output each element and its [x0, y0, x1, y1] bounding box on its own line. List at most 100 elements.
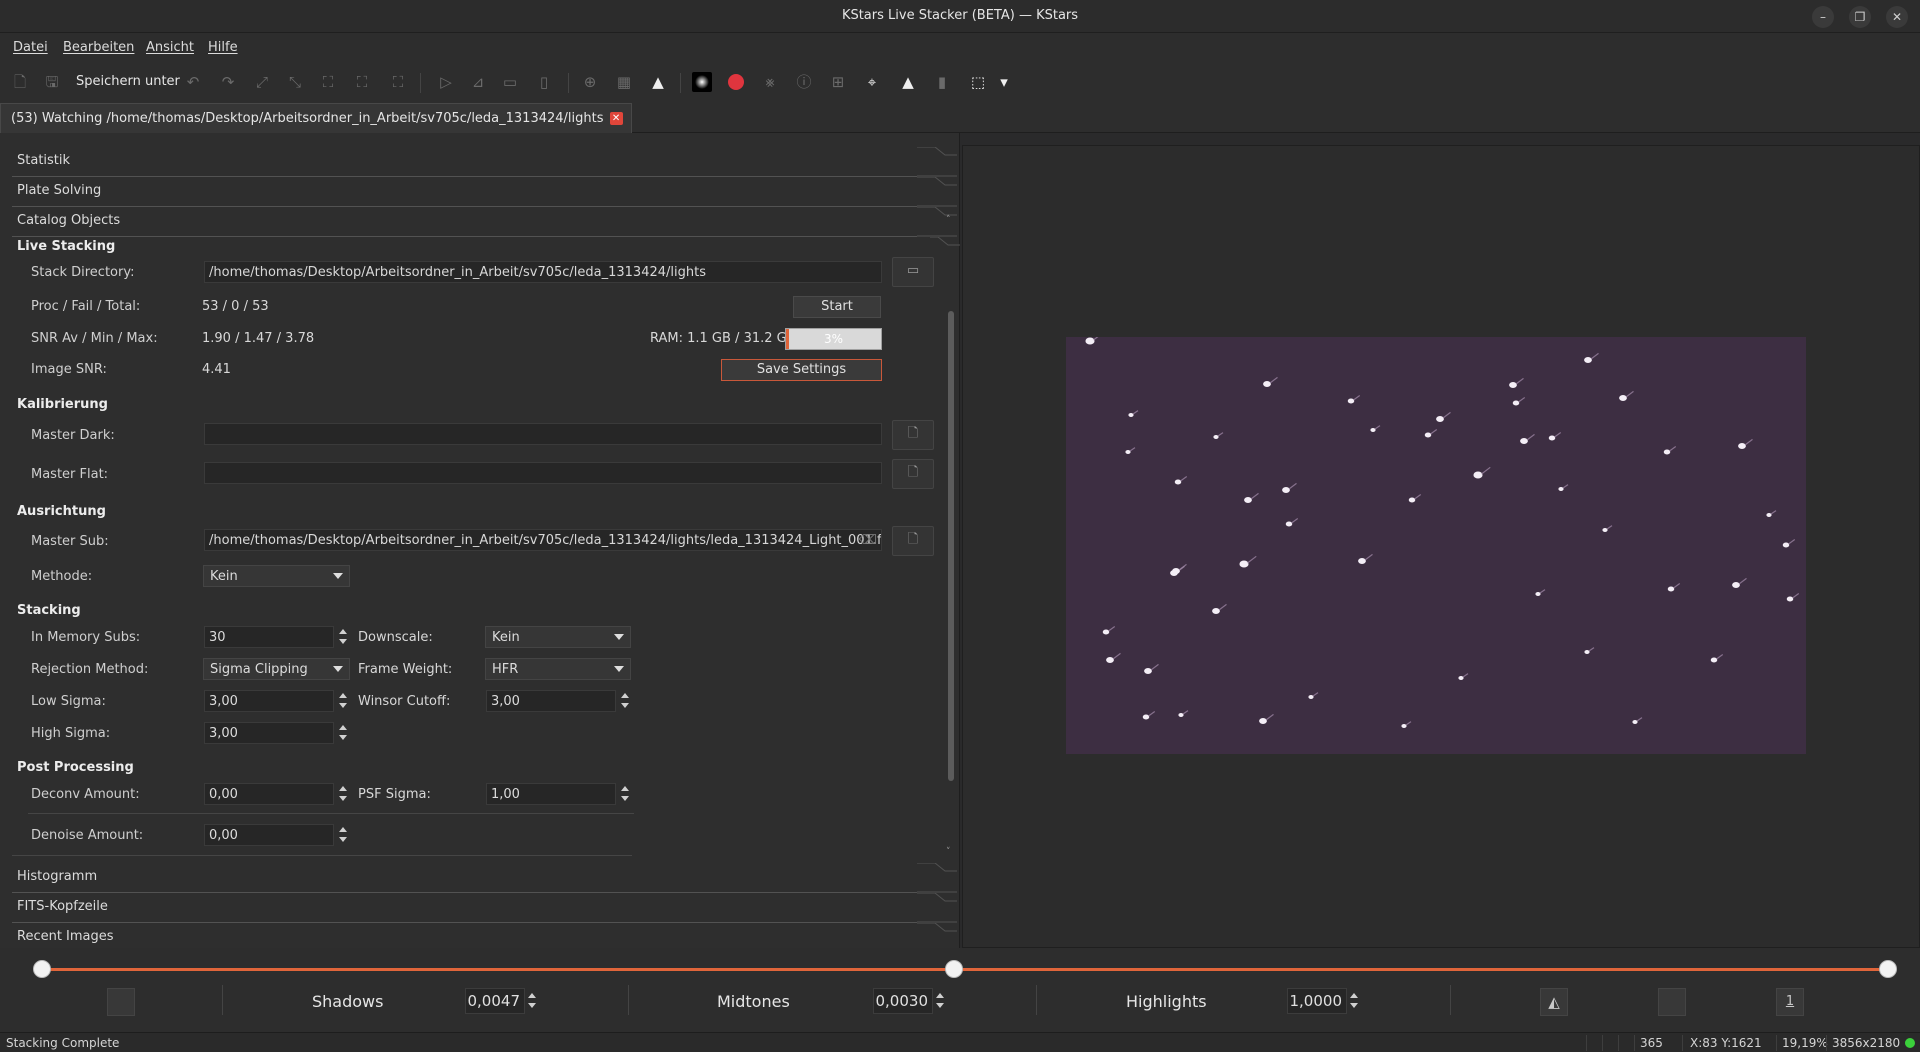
midtones-slider-handle[interactable] — [945, 960, 963, 978]
highlights-slider-handle[interactable] — [1879, 960, 1897, 978]
save-settings-button[interactable]: Save Settings — [721, 359, 882, 381]
shadows-spinbox[interactable]: 0,0047 — [465, 988, 525, 1014]
play-icon[interactable]: ▷ — [436, 72, 456, 92]
master-flat-field[interactable] — [204, 462, 882, 484]
mountain-icon[interactable]: ▲ — [898, 72, 918, 92]
clear-field-icon[interactable]: ⌫ — [859, 533, 877, 548]
browse-directory-button[interactable]: ▭ — [892, 257, 934, 287]
shadows-slider-handle[interactable] — [33, 960, 51, 978]
highlights-spinbox[interactable]: 1,0000 — [1287, 988, 1347, 1014]
start-button[interactable]: Start — [793, 296, 881, 318]
star-point — [1285, 521, 1293, 527]
low-sigma-spinbox[interactable]: 3,00 — [204, 690, 334, 712]
downscale-label: Downscale: — [358, 630, 433, 645]
low-sigma-stepper[interactable] — [336, 690, 350, 712]
close-window-button[interactable]: ✕ — [1886, 6, 1908, 28]
grid-icon[interactable]: ▦ — [614, 72, 634, 92]
star-point — [1142, 714, 1150, 720]
auto-stretch-button[interactable] — [107, 988, 135, 1016]
downscale-dropdown[interactable]: Kein — [485, 626, 631, 648]
denoise-amount-spinbox[interactable]: 0,00 — [204, 824, 334, 846]
close-tab-icon[interactable]: ✕ — [609, 112, 623, 125]
zoom-full-icon[interactable]: ⛶ — [388, 72, 408, 92]
scroll-up-icon[interactable]: ˄ — [946, 215, 956, 225]
master-dark-browse-button[interactable]: 🗋 — [892, 420, 934, 450]
shadows-stepper[interactable] — [525, 990, 539, 1012]
accordion-statistik[interactable]: Statistik — [12, 147, 957, 177]
master-sub-field[interactable]: /home/thomas/Desktop/Arbeitsordner_in_Ar… — [204, 529, 882, 551]
stacked-image[interactable] — [1066, 337, 1806, 754]
maximize-button[interactable]: ❐ — [1849, 6, 1871, 28]
methode-dropdown[interactable]: Kein — [203, 565, 350, 587]
star-point — [1509, 382, 1517, 388]
histogram-bars-icon[interactable]: ▮ — [932, 72, 952, 92]
star-point — [1347, 398, 1355, 404]
zoom-default-icon[interactable]: ⛶ — [318, 72, 338, 92]
undo-icon[interactable]: ↶ — [183, 72, 203, 92]
open-file-icon[interactable]: 🗋 — [10, 72, 30, 92]
menu-ansicht[interactable]: Ansicht — [146, 40, 194, 55]
psf-sigma-stepper[interactable] — [618, 783, 632, 805]
master-dark-field[interactable] — [204, 423, 882, 445]
chevron-down-icon — [614, 666, 624, 672]
star-glow-icon[interactable] — [692, 72, 712, 92]
scroll-down-icon[interactable]: ˅ — [946, 847, 956, 857]
record-icon[interactable] — [726, 72, 746, 92]
accordion-label: Histogramm — [17, 869, 98, 884]
target-crosshair-icon[interactable]: ⌖ — [862, 72, 882, 92]
redo-icon[interactable]: ↷ — [218, 72, 238, 92]
status-message: Stacking Complete — [6, 1036, 120, 1050]
in-memory-subs-stepper[interactable] — [336, 626, 350, 648]
panel-scrollbar[interactable] — [948, 311, 954, 781]
high-sigma-stepper[interactable] — [336, 722, 350, 744]
selection-dropdown-icon[interactable]: ▾ — [994, 72, 1014, 92]
frame-weight-dropdown[interactable]: HFR — [485, 658, 631, 680]
eq-grid-icon[interactable]: ⊞ — [828, 72, 848, 92]
save-as-button[interactable]: Speichern unter — [76, 74, 180, 89]
midtones-stepper[interactable] — [933, 990, 947, 1012]
accordion-catalog-objects[interactable]: Catalog Objects — [12, 207, 957, 237]
stretch-slider-track[interactable] — [42, 968, 1888, 971]
midtones-spinbox[interactable]: 0,0030 — [873, 988, 933, 1014]
winsor-cutoff-spinbox[interactable]: 3,00 — [486, 690, 616, 712]
in-memory-subs-spinbox[interactable]: 30 — [204, 626, 334, 648]
crosshair-small-icon[interactable]: ⊕ — [580, 72, 600, 92]
page-one-button[interactable]: 1 — [1776, 988, 1804, 1016]
triangle-icon[interactable]: ▲ — [648, 72, 668, 92]
winsor-cutoff-stepper[interactable] — [618, 690, 632, 712]
status-bar: Stacking Complete 365 X:83 Y:1621 19,19%… — [0, 1032, 1920, 1052]
stack-directory-field[interactable]: /home/thomas/Desktop/Arbeitsordner_in_Ar… — [204, 261, 882, 283]
deconv-amount-spinbox[interactable]: 0,00 — [204, 783, 334, 805]
hot-pixel-icon[interactable]: ⨳ — [760, 72, 780, 92]
menu-bearbeiten[interactable]: Bearbeiten — [63, 40, 134, 55]
master-flat-browse-button[interactable]: 🗋 — [892, 459, 934, 489]
high-sigma-spinbox[interactable]: 3,00 — [204, 722, 334, 744]
accordion-fits-kopfzeile[interactable]: FITS-Kopfzeile — [12, 893, 957, 923]
menu-hilfe[interactable]: Hilfe — [208, 40, 238, 55]
selection-icon[interactable]: ⬚ — [968, 72, 988, 92]
trash-icon[interactable]: ▯ — [534, 72, 554, 92]
zoom-out-icon[interactable]: ⤡ — [285, 72, 305, 92]
deconv-amount-stepper[interactable] — [336, 783, 350, 805]
accordion-histogramm[interactable]: Histogramm — [12, 863, 957, 893]
accordion-plate-solving[interactable]: Plate Solving — [12, 177, 957, 207]
zoom-in-icon[interactable]: ⤢ — [252, 72, 272, 92]
measure-icon[interactable]: ⊿ — [468, 72, 488, 92]
star-point — [1172, 568, 1180, 574]
chevron-down-icon — [333, 666, 343, 672]
zoom-fit-icon[interactable]: ⛶ — [352, 72, 372, 92]
save-icon[interactable]: 🖫 — [42, 72, 62, 92]
master-sub-browse-button[interactable]: 🗋 — [892, 526, 934, 556]
film-icon[interactable]: ▭ — [500, 72, 520, 92]
star-point — [1263, 381, 1271, 387]
info-icon[interactable]: ⓘ — [794, 72, 814, 92]
rejection-method-dropdown[interactable]: Sigma Clipping — [203, 658, 350, 680]
psf-sigma-spinbox[interactable]: 1,00 — [486, 783, 616, 805]
minimize-button[interactable]: – — [1812, 6, 1834, 28]
denoise-amount-stepper[interactable] — [336, 824, 350, 846]
highlights-stepper[interactable] — [1347, 990, 1361, 1012]
menu-datei[interactable]: Datei — [13, 40, 48, 55]
histogram-toggle-button[interactable]: ◭ — [1540, 988, 1568, 1016]
stretch-toggle-button[interactable] — [1658, 988, 1686, 1016]
ram-progress-bar: 3% — [785, 328, 882, 350]
